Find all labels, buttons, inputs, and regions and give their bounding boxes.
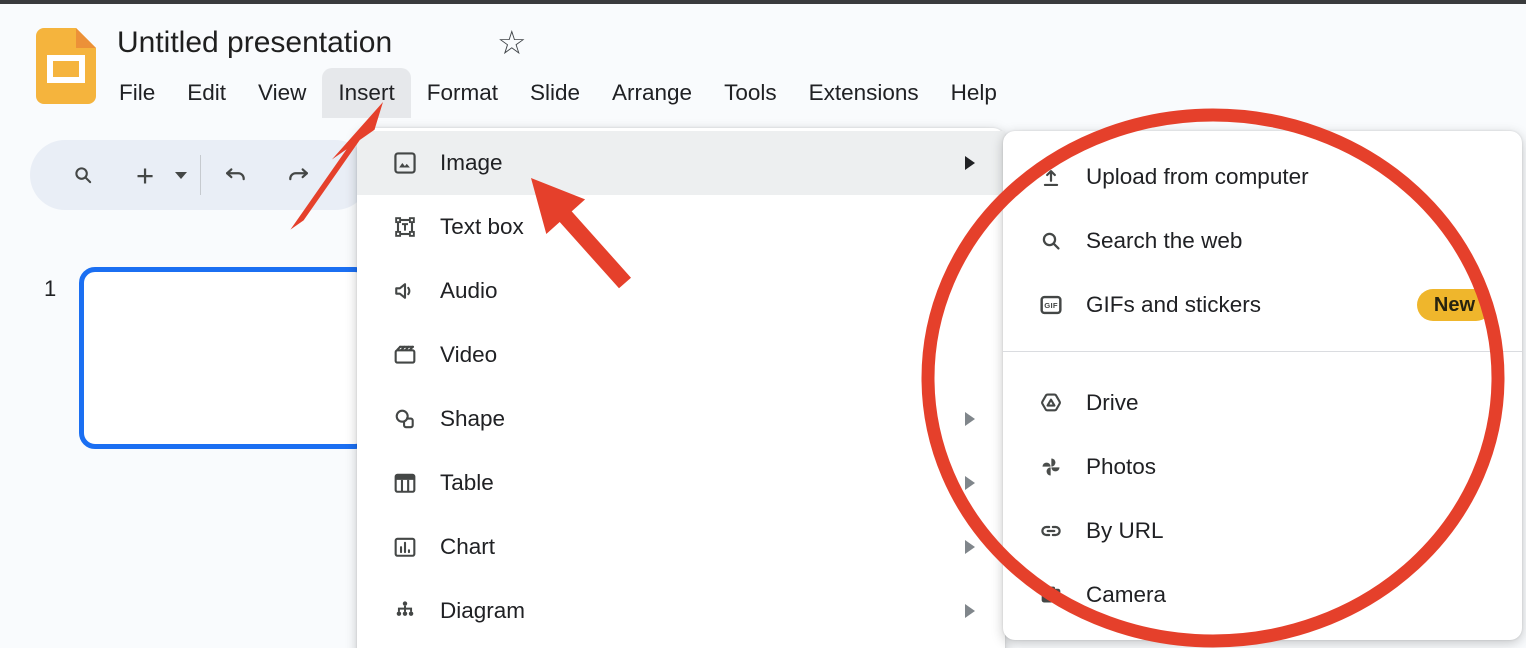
image-icon bbox=[390, 148, 420, 178]
menu-item-label: Text box bbox=[440, 214, 524, 240]
search-icon bbox=[1036, 226, 1066, 256]
submenu-item-search-the-web[interactable]: Search the web bbox=[1003, 209, 1522, 273]
menu-format[interactable]: Format bbox=[411, 68, 514, 118]
video-icon bbox=[390, 340, 420, 370]
menu-item-audio[interactable]: Audio bbox=[357, 259, 1005, 323]
menu-item-shape[interactable]: Shape bbox=[357, 387, 1005, 451]
new-slide-plus-icon[interactable]: + bbox=[128, 158, 162, 192]
menu-item-image[interactable]: Image bbox=[357, 131, 1005, 195]
submenu-item-label: Camera bbox=[1086, 582, 1166, 608]
new-badge: New bbox=[1417, 289, 1492, 321]
upload-icon bbox=[1036, 162, 1066, 192]
submenu-arrow-icon bbox=[965, 156, 975, 170]
menu-extensions[interactable]: Extensions bbox=[793, 68, 935, 118]
menu-item-label: Shape bbox=[440, 406, 505, 432]
audio-icon bbox=[390, 276, 420, 306]
menu-item-diagram[interactable]: Diagram bbox=[357, 579, 1005, 643]
image-submenu-panel: Upload from computer Search the web GIF … bbox=[1003, 131, 1522, 640]
link-icon bbox=[1036, 516, 1066, 546]
submenu-item-label: By URL bbox=[1086, 518, 1164, 544]
menu-item-label: Image bbox=[440, 150, 503, 176]
redo-icon[interactable] bbox=[281, 158, 315, 192]
submenu-item-by-url[interactable]: By URL bbox=[1003, 499, 1522, 563]
menu-item-video[interactable]: Video bbox=[357, 323, 1005, 387]
drive-icon bbox=[1036, 388, 1066, 418]
new-slide-dropdown-caret[interactable] bbox=[170, 158, 192, 192]
submenu-item-photos[interactable]: Photos bbox=[1003, 435, 1522, 499]
submenu-item-label: Drive bbox=[1086, 390, 1139, 416]
menu-item-text-box[interactable]: Text box bbox=[357, 195, 1005, 259]
submenu-item-label: Upload from computer bbox=[1086, 164, 1309, 190]
submenu-arrow-icon bbox=[965, 604, 975, 618]
submenu-item-gifs-and-stickers[interactable]: GIF GIFs and stickers New bbox=[1003, 273, 1522, 337]
table-icon bbox=[390, 468, 420, 498]
menu-help[interactable]: Help bbox=[935, 68, 1013, 118]
toolbar: + bbox=[30, 140, 370, 210]
menu-item-table[interactable]: Table bbox=[357, 451, 1005, 515]
menu-item-label: Audio bbox=[440, 278, 498, 304]
svg-text:GIF: GIF bbox=[1044, 301, 1058, 310]
camera-icon bbox=[1036, 580, 1066, 610]
submenu-item-drive[interactable]: Drive bbox=[1003, 371, 1522, 435]
submenu-arrow-icon bbox=[965, 540, 975, 554]
submenu-item-label: GIFs and stickers bbox=[1086, 292, 1261, 318]
submenu-item-camera[interactable]: Camera bbox=[1003, 563, 1522, 627]
menubar: File Edit View Insert Format Slide Arran… bbox=[103, 68, 1013, 118]
toolbar-divider bbox=[200, 155, 201, 195]
document-title[interactable]: Untitled presentation bbox=[117, 26, 392, 60]
gif-icon: GIF bbox=[1036, 290, 1066, 320]
undo-icon[interactable] bbox=[219, 158, 253, 192]
submenu-item-upload-from-computer[interactable]: Upload from computer bbox=[1003, 145, 1522, 209]
search-icon[interactable] bbox=[66, 158, 100, 192]
chart-icon bbox=[390, 532, 420, 562]
photos-icon bbox=[1036, 452, 1066, 482]
submenu-item-label: Photos bbox=[1086, 454, 1156, 480]
submenu-arrow-icon bbox=[965, 476, 975, 490]
menu-edit[interactable]: Edit bbox=[171, 68, 242, 118]
menu-item-label: Diagram bbox=[440, 598, 525, 624]
menu-item-chart[interactable]: Chart bbox=[357, 515, 1005, 579]
menu-item-label: Video bbox=[440, 342, 497, 368]
diagram-icon bbox=[390, 596, 420, 626]
text-box-icon bbox=[390, 212, 420, 242]
slide-number: 1 bbox=[44, 276, 56, 302]
shape-icon bbox=[390, 404, 420, 434]
star-icon[interactable]: ☆ bbox=[497, 26, 527, 59]
insert-menu-panel: Image Text box bbox=[357, 128, 1005, 648]
menu-item-label: Table bbox=[440, 470, 494, 496]
menu-arrange[interactable]: Arrange bbox=[596, 68, 708, 118]
menu-view[interactable]: View bbox=[242, 68, 322, 118]
menu-insert[interactable]: Insert bbox=[322, 68, 410, 118]
submenu-item-label: Search the web bbox=[1086, 228, 1242, 254]
browser-edge-strip bbox=[0, 0, 1526, 4]
menu-file[interactable]: File bbox=[103, 68, 171, 118]
slide-thumbnail[interactable] bbox=[79, 267, 371, 449]
menu-tools[interactable]: Tools bbox=[708, 68, 793, 118]
google-slides-window: Untitled presentation ☆ File Edit View I… bbox=[0, 0, 1526, 648]
menu-slide[interactable]: Slide bbox=[514, 68, 596, 118]
submenu-divider bbox=[1003, 351, 1522, 352]
submenu-arrow-icon bbox=[965, 412, 975, 426]
menu-item-label: Chart bbox=[440, 534, 495, 560]
google-slides-logo[interactable] bbox=[36, 28, 96, 104]
